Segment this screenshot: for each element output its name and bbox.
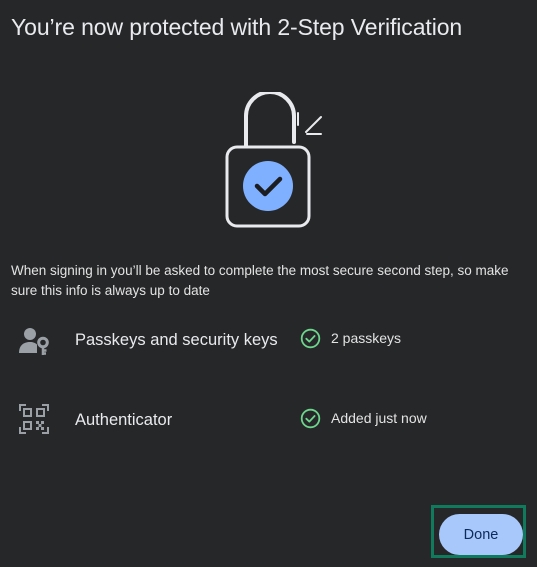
method-status-text: 2 passkeys [331,330,402,346]
description-text: When signing in you’ll be asked to compl… [11,263,509,298]
person-key-icon [19,328,49,355]
method-status: 2 passkeys [300,327,401,349]
method-status: Added just now [300,407,427,429]
check-circle-icon [300,408,321,428]
check-circle-icon [300,328,321,348]
method-status-text: Added just now [331,410,427,426]
method-row-passkeys: Passkeys and security keys 2 passkeys [0,322,537,362]
lock-check-illustration [225,92,322,228]
spark-line-2 [305,116,322,133]
method-label: Authenticator [75,411,173,429]
lock-shackle [244,92,296,154]
method-label: Passkeys and security keys [75,331,278,349]
done-button[interactable]: Done [439,514,523,555]
qr-code-icon [19,404,49,434]
method-row-authenticator: Authenticator Added just now [0,402,537,442]
check-badge [243,161,293,211]
page-title: You’re now protected with 2-Step Verific… [11,14,463,40]
